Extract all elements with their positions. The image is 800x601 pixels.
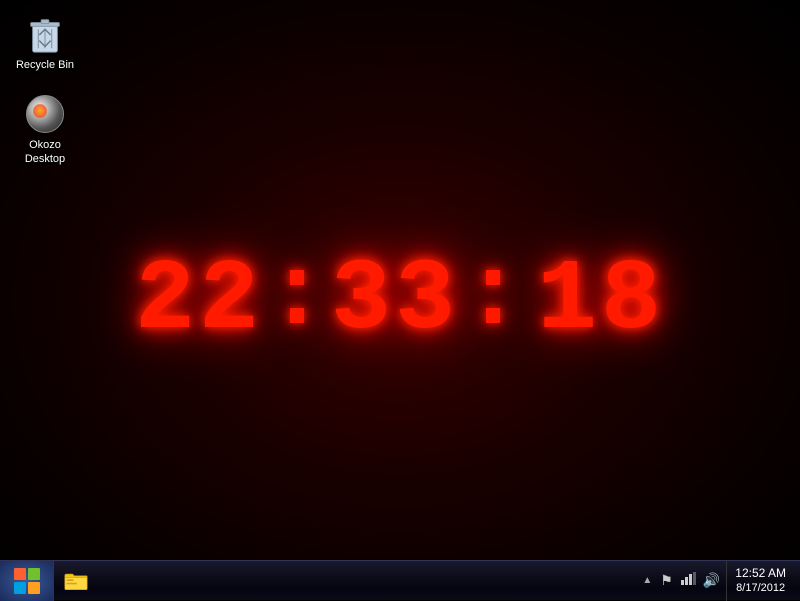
tray-date: 8/17/2012	[736, 581, 785, 595]
okozo-label: Okozo Desktop	[13, 138, 77, 167]
okozo-desktop-icon[interactable]: Okozo Desktop	[9, 90, 81, 171]
clock-hours: 22	[135, 252, 263, 352]
recycle-bin-icon[interactable]: Recycle Bin	[9, 10, 81, 76]
tray-show-hidden-icon[interactable]: ▲	[640, 573, 654, 588]
system-tray: ▲ ⚑ 🔊 12:52 AM 8/1	[634, 561, 800, 601]
tray-icons: ⚑ 🔊	[658, 571, 722, 590]
tray-clock[interactable]: 12:52 AM 8/17/2012	[726, 561, 794, 601]
okozo-image	[25, 94, 65, 134]
clock-colon-2: :	[463, 248, 523, 348]
clock-minutes: 33	[331, 252, 459, 352]
recycle-bin-label: Recycle Bin	[16, 58, 74, 72]
recycle-bin-image	[25, 14, 65, 54]
taskbar-pinned-icons	[54, 563, 634, 599]
tray-time: 12:52 AM	[735, 566, 786, 582]
start-button[interactable]	[0, 561, 54, 601]
taskbar: ▲ ⚑ 🔊 12:52 AM 8/1	[0, 560, 800, 600]
volume-icon[interactable]: 🔊	[701, 571, 722, 590]
taskbar-explorer-icon[interactable]	[58, 563, 94, 599]
clock-display: 22 : 33 : 18	[135, 248, 665, 356]
desktop: Recycle Bin Okozo Desktop 22 : 33 : 18	[0, 0, 800, 600]
clock-seconds: 18	[537, 252, 665, 352]
network-icon[interactable]	[678, 571, 698, 590]
action-center-icon[interactable]: ⚑	[658, 571, 675, 590]
clock-colon-1: :	[267, 248, 327, 348]
